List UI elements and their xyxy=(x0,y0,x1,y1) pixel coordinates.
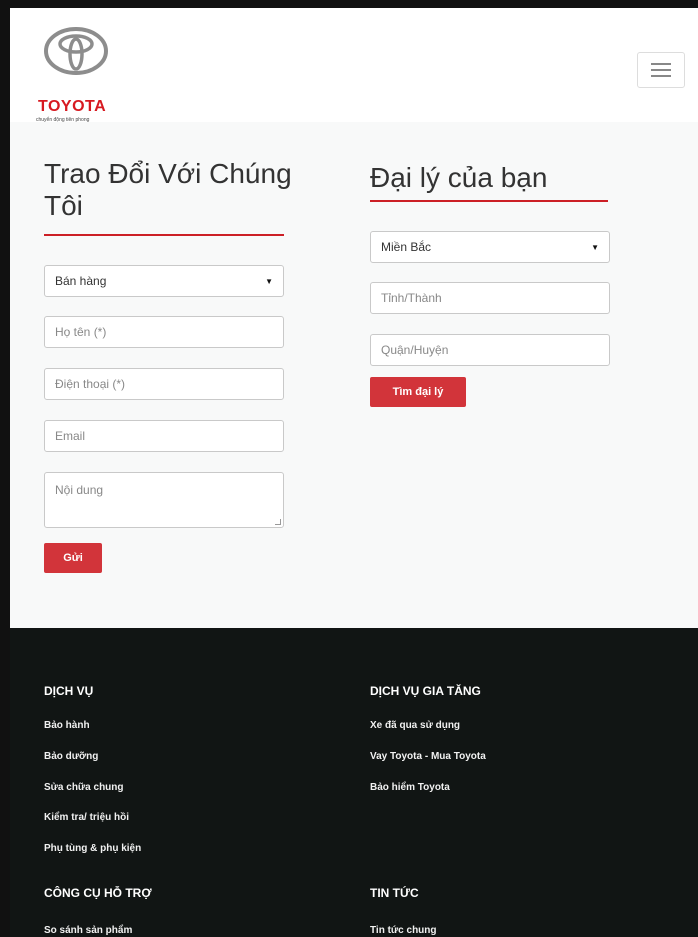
province-placeholder: Tỉnh/Thành xyxy=(381,291,442,305)
hamburger-icon-bar xyxy=(651,75,671,77)
menu-toggle-button[interactable] xyxy=(637,52,685,88)
region-value: Miền Bắc xyxy=(381,240,432,254)
footer-link-used-cars[interactable]: Xe đã qua sử dụng xyxy=(370,720,460,731)
dropdown-arrow-icon: ▼ xyxy=(265,276,273,286)
district-select[interactable]: Quận/Huyện xyxy=(370,334,610,366)
footer-heading-tools: CÔNG CỤ HỖ TRỢ xyxy=(44,886,152,900)
region-select[interactable]: Miền Bắc ▼ xyxy=(370,231,610,263)
dropdown-arrow-icon: ▼ xyxy=(591,242,599,252)
toyota-logo[interactable]: TOYOTA chuyển động tiên phong xyxy=(28,26,132,123)
toyota-emblem-icon xyxy=(44,27,108,75)
brand-wordmark: TOYOTA xyxy=(38,98,107,115)
footer-link-recall[interactable]: Kiểm tra/ triệu hồi xyxy=(44,812,129,823)
resize-handle-icon[interactable] xyxy=(275,519,281,525)
footer-link-finance[interactable]: Vay Toyota - Mua Toyota xyxy=(370,751,486,762)
phone-placeholder: Điện thoại (*) xyxy=(55,377,126,391)
district-placeholder: Quận/Huyện xyxy=(381,343,449,357)
email-field[interactable]: Email xyxy=(44,420,284,452)
department-select[interactable]: Bán hàng ▼ xyxy=(44,265,284,297)
contact-title: Trao Đổi Với Chúng Tôi xyxy=(44,158,324,222)
site-header: TOYOTA chuyển động tiên phong xyxy=(10,8,698,123)
email-placeholder: Email xyxy=(55,429,86,443)
phone-field[interactable]: Điện thoại (*) xyxy=(44,368,284,400)
footer-link-news[interactable]: Tin tức chung xyxy=(370,925,437,936)
dealer-title: Đại lý của bạn xyxy=(370,162,548,193)
province-select[interactable]: Tỉnh/Thành xyxy=(370,282,610,314)
footer-link-maintenance[interactable]: Bảo dưỡng xyxy=(44,751,98,762)
hamburger-icon-bar xyxy=(651,69,671,71)
footer-heading-services: DỊCH VỤ xyxy=(44,684,94,698)
dealer-title-underline xyxy=(370,200,608,202)
contact-section: Trao Đổi Với Chúng Tôi Bán hàng ▼ Họ tên… xyxy=(10,122,698,628)
name-placeholder: Họ tên (*) xyxy=(55,325,107,339)
footer-link-insurance[interactable]: Bảo hiểm Toyota xyxy=(370,782,450,793)
footer-heading-news: TIN TỨC xyxy=(370,886,419,900)
find-dealer-button[interactable]: Tìm đại lý xyxy=(370,377,466,407)
site-footer: DỊCH VỤ Bảo hành Bảo dưỡng Sửa chữa chun… xyxy=(10,628,698,937)
contact-title-line2: Tôi xyxy=(44,190,83,221)
footer-link-compare[interactable]: So sánh sản phẩm xyxy=(44,925,132,936)
hamburger-icon xyxy=(651,63,671,65)
footer-link-repair[interactable]: Sửa chữa chung xyxy=(44,782,124,793)
department-value: Bán hàng xyxy=(55,274,107,288)
send-button[interactable]: Gửi xyxy=(44,543,102,573)
contact-title-line1: Trao Đổi Với Chúng xyxy=(44,158,292,189)
message-textarea[interactable]: Nội dung xyxy=(44,472,284,528)
contact-title-underline xyxy=(44,234,284,236)
message-placeholder: Nội dung xyxy=(55,483,104,497)
footer-heading-value-added: DỊCH VỤ GIA TĂNG xyxy=(370,684,481,698)
name-field[interactable]: Họ tên (*) xyxy=(44,316,284,348)
footer-link-parts[interactable]: Phụ tùng & phụ kiện xyxy=(44,843,141,854)
footer-link-warranty[interactable]: Bảo hành xyxy=(44,720,90,731)
